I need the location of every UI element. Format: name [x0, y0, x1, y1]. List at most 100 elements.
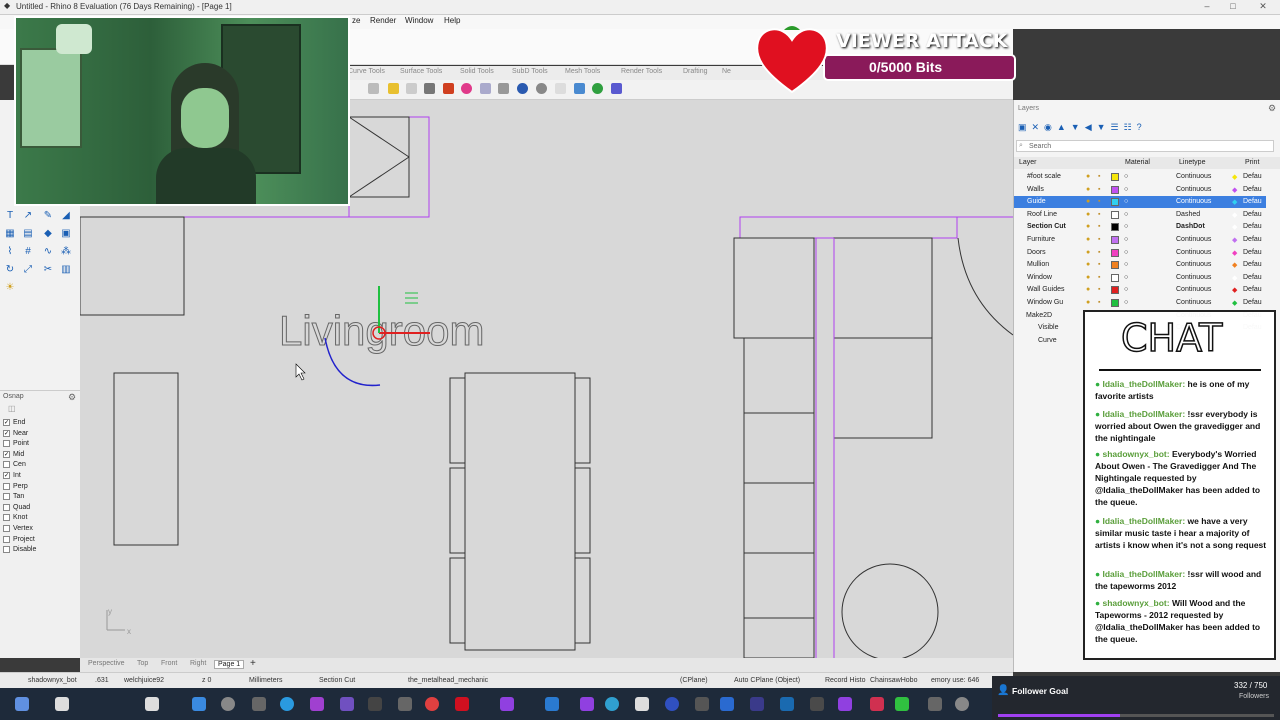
visibility-bulb-icon[interactable]: ●	[1086, 299, 1090, 306]
visibility-bulb-icon[interactable]: ●	[1086, 236, 1090, 243]
osnap-checkbox[interactable]	[3, 482, 10, 490]
layer-row[interactable]: Window ● ▪ ○ Continuous ◆ Defau	[1014, 272, 1266, 284]
layer-toolbar-icons[interactable]: ▣✕◉▲▼◀▼☰☷?	[1018, 122, 1188, 134]
layer-row[interactable]: Mullion ● ▪ ○ Continuous ◆ Defau	[1014, 259, 1266, 271]
osnap-disable[interactable]: Disable	[3, 546, 36, 554]
table-tool-icon[interactable]: ▤	[22, 228, 34, 240]
visibility-bulb-icon[interactable]: ●	[1086, 186, 1090, 193]
lock-icon[interactable]: ▪	[1098, 223, 1100, 230]
layer-print[interactable]: Defau	[1243, 186, 1262, 193]
layer-print[interactable]: Defau	[1243, 299, 1262, 306]
layer-linetype[interactable]: DashDot	[1176, 223, 1205, 230]
tab-render-tools[interactable]: Render Tools	[621, 68, 662, 75]
layer-row[interactable]: #foot scale ● ▪ ○ Continuous ◆ Defau	[1014, 171, 1266, 183]
osnap-checkbox[interactable]	[3, 493, 10, 501]
print-color-diamond-icon[interactable]: ◆	[1232, 286, 1237, 294]
layer-color-swatch[interactable]	[1111, 210, 1119, 219]
sun-tool-icon[interactable]: ☀	[4, 282, 16, 294]
layer-linetype[interactable]: Continuous	[1176, 236, 1211, 243]
layer-color-swatch[interactable]	[1111, 236, 1119, 244]
layer-linetype[interactable]: Continuous	[1176, 261, 1211, 268]
polyline-tool-icon[interactable]: ⌇	[4, 246, 16, 258]
task-view-icon[interactable]	[252, 697, 266, 711]
lock-icon[interactable]: ▪	[1098, 261, 1100, 268]
print-color-diamond-icon[interactable]: ◆	[1232, 261, 1237, 269]
osnap-near[interactable]: ✓ Near	[3, 429, 28, 437]
spotlight-icon[interactable]	[406, 83, 417, 94]
tab-ne[interactable]: Ne	[722, 68, 731, 75]
lock-icon[interactable]: ▪	[1098, 274, 1100, 281]
chrome-icon[interactable]	[425, 697, 439, 711]
osnap-checkbox[interactable]	[3, 461, 10, 469]
app-icon-11[interactable]	[810, 697, 824, 711]
water-icon[interactable]	[574, 83, 585, 94]
print-color-diamond-icon[interactable]: ◆	[1232, 173, 1237, 181]
osnap-checkbox[interactable]: ✓	[3, 419, 10, 426]
layer-row[interactable]: Doors ● ▪ ○ Continuous ◆ Defau	[1014, 247, 1266, 259]
arrow-tool-icon[interactable]: ↗	[22, 210, 34, 222]
layer-color-swatch[interactable]	[1111, 286, 1119, 295]
windows-start-icon[interactable]	[192, 697, 206, 711]
layer-print[interactable]: Defau	[1243, 173, 1262, 180]
livingroom-label[interactable]: Livingroom	[279, 307, 485, 355]
layer-color-swatch[interactable]	[1111, 299, 1119, 307]
osnap-checkbox[interactable]	[3, 503, 10, 511]
print-color-diamond-icon[interactable]: ◆	[1232, 186, 1237, 194]
text-tool-icon[interactable]: T	[4, 210, 16, 222]
lock-icon[interactable]: ▪	[1098, 198, 1100, 205]
search-taskbar-icon[interactable]	[221, 697, 235, 711]
osnap-tan[interactable]: Tan	[3, 493, 24, 501]
tab-page-1[interactable]: Page 1	[214, 660, 245, 669]
visibility-bulb-icon[interactable]: ●	[1086, 198, 1090, 205]
osnap-mid[interactable]: ✓ Mid	[3, 450, 24, 458]
tab-top[interactable]: Top	[137, 660, 148, 667]
material-circle-icon[interactable]: ○	[1124, 198, 1128, 205]
print-color-diamond-icon[interactable]: ◆	[1232, 236, 1237, 244]
trim-tool-icon[interactable]: ✂	[42, 264, 54, 276]
status-cplane[interactable]: (CPlane)	[680, 677, 708, 684]
material-circle-icon[interactable]: ○	[1124, 274, 1128, 281]
print-color-diamond-icon[interactable]: ◆	[1232, 274, 1237, 282]
tab-subd-tools[interactable]: SubD Tools	[512, 68, 548, 75]
lock-icon[interactable]: ▪	[1098, 236, 1100, 243]
status-section-cut[interactable]: Section Cut	[319, 677, 355, 684]
layer-linetype[interactable]: Continuous	[1176, 299, 1211, 306]
shape-tool-icon[interactable]: ◆	[42, 228, 54, 240]
app-icon-10[interactable]	[750, 697, 764, 711]
print-color-diamond-icon[interactable]: ◆	[1232, 211, 1237, 219]
osnap-quad[interactable]: Quad	[3, 503, 30, 511]
settings-gear-icon[interactable]: ⚙	[68, 392, 76, 403]
app-icon-8[interactable]	[695, 697, 709, 711]
steam-icon[interactable]	[780, 697, 794, 711]
visibility-bulb-icon[interactable]: ●	[1086, 211, 1090, 218]
layer-row[interactable]: Furniture ● ▪ ○ Continuous ◆ Defau	[1014, 234, 1266, 246]
edge-browser-icon[interactable]	[280, 697, 294, 711]
twitch-icon[interactable]	[838, 697, 852, 711]
app-icon-1[interactable]	[310, 697, 324, 711]
globe-icon[interactable]	[592, 83, 603, 94]
layer-row[interactable]: Wall Guides ● ▪ ○ Continuous ◆ Defau	[1014, 284, 1266, 296]
material-circle-icon[interactable]: ○	[1124, 223, 1128, 230]
camera-icon[interactable]	[368, 83, 379, 94]
material-circle-icon[interactable]: ○	[1124, 236, 1128, 243]
start-weather-icon[interactable]	[15, 697, 29, 711]
layer-print[interactable]: Defau	[1243, 249, 1262, 256]
app-icon-7[interactable]	[665, 697, 679, 711]
layer-linetype[interactable]: Continuous	[1176, 249, 1211, 256]
filter-icon[interactable]: ◫	[8, 404, 16, 413]
header-print[interactable]: Print	[1245, 159, 1259, 166]
layer-color-swatch[interactable]	[1111, 185, 1119, 194]
layer-color-swatch[interactable]	[1111, 223, 1119, 232]
osnap-vertex[interactable]: Vertex	[3, 525, 33, 532]
close-button[interactable]: ✕	[1256, 1, 1270, 13]
lock-icon[interactable]: ▪	[1098, 286, 1100, 293]
status-units[interactable]: Millimeters	[249, 677, 282, 684]
layer-linetype[interactable]: Continuous	[1176, 186, 1211, 193]
osnap-point[interactable]: Point	[3, 440, 29, 448]
app-icon-6[interactable]	[605, 697, 619, 711]
layer-color-swatch[interactable]	[1111, 173, 1119, 181]
material-circle-icon[interactable]: ○	[1124, 286, 1128, 293]
osnap-perp[interactable]: Perp	[3, 482, 28, 490]
menu-help[interactable]: Help	[444, 16, 460, 25]
lock-icon[interactable]: ▪	[1098, 299, 1100, 306]
